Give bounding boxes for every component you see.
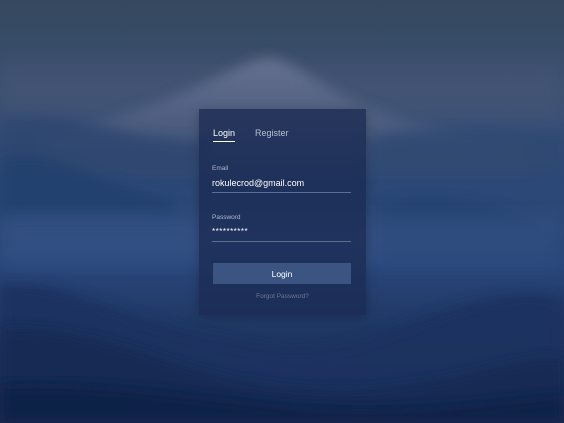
email-field[interactable] — [212, 177, 351, 193]
login-button[interactable]: Login — [213, 263, 351, 284]
login-screen: Login Register Email Password Login Forg… — [0, 0, 564, 423]
password-label: Password — [212, 214, 241, 221]
password-field[interactable] — [212, 226, 351, 242]
forgot-password-link[interactable]: Forgot Password? — [199, 293, 366, 300]
tab-register[interactable]: Register — [255, 128, 289, 142]
email-field-group: Email — [212, 165, 351, 193]
tab-login[interactable]: Login — [213, 128, 236, 142]
password-field-group: Password — [212, 214, 351, 242]
auth-tabs: Login Register — [213, 128, 289, 142]
login-card: Login Register Email Password Login Forg… — [199, 109, 366, 315]
email-label: Email — [212, 165, 229, 172]
